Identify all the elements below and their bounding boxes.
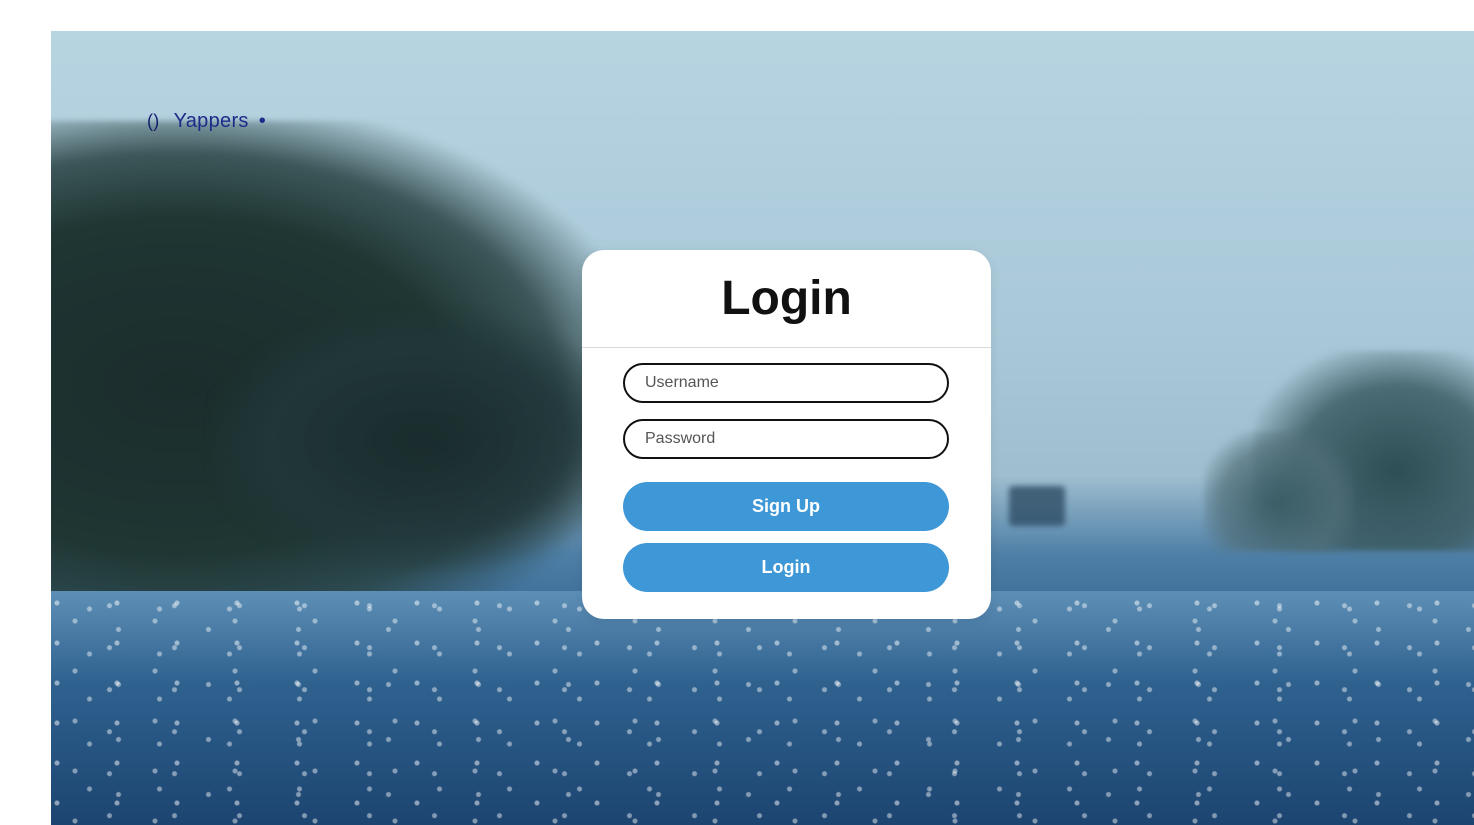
brand-name: Yappers <box>173 110 249 132</box>
brand-logo[interactable]: () Yappers • <box>147 110 266 133</box>
background-boat <box>1009 486 1065 526</box>
parentheses-icon: () <box>147 111 160 131</box>
login-card: Login Sign Up Login <box>582 250 991 619</box>
login-button[interactable]: Login <box>623 543 949 592</box>
password-input[interactable] <box>623 419 949 459</box>
sign-up-button[interactable]: Sign Up <box>623 482 949 531</box>
page-background: () Yappers • Login Sign Up Login <box>51 31 1474 825</box>
brand-dot: • <box>258 110 267 132</box>
background-trees-right-small <box>1204 431 1354 551</box>
background-trees-left-lower <box>211 311 631 571</box>
login-title: Login <box>582 250 991 348</box>
username-input[interactable] <box>623 363 949 403</box>
background-water <box>51 591 1474 825</box>
